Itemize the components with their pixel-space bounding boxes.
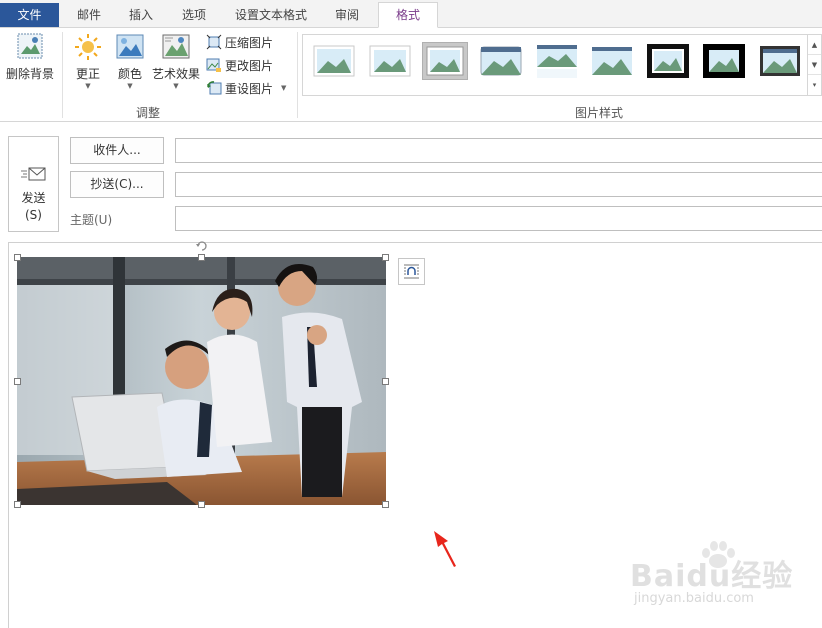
artistic-effects-button[interactable]: 艺术效果 ▼ bbox=[150, 32, 202, 90]
send-label: 发送 bbox=[21, 191, 46, 205]
reset-picture-label: 重设图片 bbox=[225, 81, 274, 96]
remove-background-icon bbox=[17, 33, 43, 59]
tab-mailings[interactable]: 邮件 bbox=[68, 3, 110, 28]
artistic-effects-label: 艺术效果 bbox=[151, 67, 200, 81]
change-picture-icon bbox=[206, 58, 221, 72]
compress-icon bbox=[206, 34, 222, 50]
send-envelope-icon bbox=[20, 167, 45, 181]
annotation-arrow-icon bbox=[434, 531, 456, 567]
picture-styles-group-label: 图片样式 bbox=[575, 106, 624, 120]
picture-style-thumb-selected[interactable] bbox=[422, 42, 468, 80]
resize-handle[interactable] bbox=[382, 378, 389, 385]
gallery-down-icon[interactable]: ▼ bbox=[808, 55, 821, 75]
resize-handle[interactable] bbox=[14, 501, 21, 508]
group-separator bbox=[297, 32, 298, 118]
resize-handle[interactable] bbox=[14, 378, 21, 385]
artistic-effects-icon bbox=[162, 34, 190, 59]
subject-field[interactable] bbox=[175, 206, 822, 231]
tab-review[interactable]: 审阅 bbox=[326, 3, 368, 28]
tab-options[interactable]: 选项 bbox=[173, 3, 215, 28]
to-button[interactable]: 收件人... bbox=[70, 137, 164, 164]
sun-icon bbox=[75, 34, 101, 60]
compress-pictures-button[interactable]: 压缩图片 bbox=[206, 32, 273, 52]
send-button[interactable]: 发送 (S) bbox=[8, 136, 59, 232]
tab-insert[interactable]: 插入 bbox=[120, 3, 162, 28]
layout-options-icon bbox=[404, 264, 419, 279]
adjust-group-label: 调整 bbox=[136, 106, 161, 120]
picture-color-icon bbox=[116, 34, 144, 59]
reset-picture-icon bbox=[207, 81, 222, 95]
gallery-more-icon[interactable]: ▾ bbox=[808, 75, 821, 95]
resize-handle[interactable] bbox=[198, 254, 205, 261]
ribbon: 删除背景 更正 ▼ 颜色 ▼ 艺术效果 ▼ 压缩图片 更改图片 重设图片 ▼ 调… bbox=[0, 28, 822, 122]
watermark-url: jingyan.baidu.com bbox=[634, 591, 754, 606]
rotate-handle-icon[interactable] bbox=[196, 240, 208, 254]
chevron-down-icon[interactable]: ▼ bbox=[281, 84, 286, 92]
picture-style-thumb[interactable] bbox=[701, 42, 747, 80]
tab-file[interactable]: 文件 bbox=[0, 3, 59, 27]
to-field[interactable] bbox=[175, 138, 822, 163]
picture-style-thumb[interactable] bbox=[478, 42, 524, 80]
color-label: 颜色 bbox=[117, 67, 142, 81]
picture-style-thumb[interactable] bbox=[645, 42, 691, 80]
change-picture-button[interactable]: 更改图片 bbox=[206, 55, 273, 75]
inserted-picture[interactable] bbox=[14, 254, 389, 508]
gallery-scrollbar: ▲ ▼ ▾ bbox=[808, 34, 822, 96]
picture-styles-gallery bbox=[302, 34, 808, 96]
office-celebration-photo bbox=[17, 257, 386, 505]
send-shortcut-label: (S) bbox=[25, 208, 42, 222]
reset-picture-button[interactable]: 重设图片 ▼ bbox=[206, 78, 286, 98]
picture-style-thumb[interactable] bbox=[589, 42, 635, 80]
corrections-label: 更正 bbox=[75, 67, 100, 81]
group-separator bbox=[62, 32, 63, 118]
picture-style-thumb[interactable] bbox=[534, 42, 580, 80]
resize-handle[interactable] bbox=[198, 501, 205, 508]
tab-picture-format[interactable]: 格式 bbox=[378, 2, 438, 28]
tab-format-text[interactable]: 设置文本格式 bbox=[226, 3, 316, 28]
chevron-down-icon: ▼ bbox=[85, 82, 91, 90]
cc-button[interactable]: 抄送(C)... bbox=[70, 171, 164, 198]
resize-handle[interactable] bbox=[382, 254, 389, 261]
corrections-button[interactable]: 更正 ▼ bbox=[70, 32, 106, 90]
picture-style-thumb[interactable] bbox=[757, 42, 803, 80]
cc-field[interactable] bbox=[175, 172, 822, 197]
chevron-down-icon: ▼ bbox=[173, 82, 179, 90]
watermark-brand: Baidu经验 bbox=[630, 559, 794, 594]
picture-style-thumb[interactable] bbox=[367, 42, 413, 80]
resize-handle[interactable] bbox=[14, 254, 21, 261]
remove-background-button[interactable]: 删除背景 bbox=[4, 32, 56, 82]
compress-pictures-label: 压缩图片 bbox=[225, 35, 274, 50]
gallery-up-icon[interactable]: ▲ bbox=[808, 35, 821, 55]
ribbon-tab-strip: 文件 邮件 插入 选项 设置文本格式 审阅 格式 bbox=[0, 0, 822, 28]
subject-label: 主题(U) bbox=[70, 213, 113, 227]
picture-style-thumb[interactable] bbox=[311, 42, 357, 80]
color-button[interactable]: 颜色 ▼ bbox=[112, 32, 148, 90]
resize-handle[interactable] bbox=[382, 501, 389, 508]
chevron-down-icon: ▼ bbox=[127, 82, 133, 90]
remove-background-label: 删除背景 bbox=[5, 67, 54, 81]
layout-options-button[interactable] bbox=[398, 258, 425, 285]
baidu-jingyan-watermark: Baidu经验 jingyan.baidu.com bbox=[630, 541, 810, 615]
change-picture-label: 更改图片 bbox=[225, 58, 274, 73]
